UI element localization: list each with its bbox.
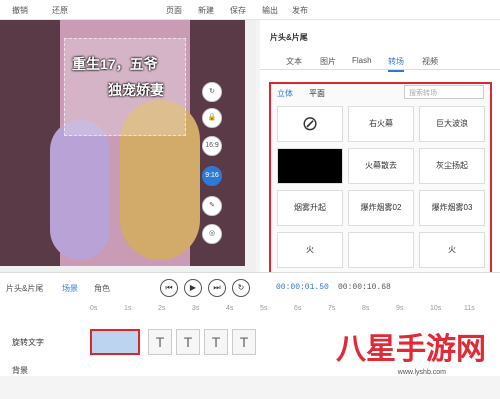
- page-button[interactable]: 页面: [166, 5, 182, 16]
- time-ruler[interactable]: 0s 1s 2s 3s 4s 5s 6s 7s 8s 9s 10s 11s: [90, 303, 500, 317]
- timeline-panel: 片头&片尾 场景 角色 ⏮ ▶ ⏭ ↻ 00:00:01.50 00:00:10…: [0, 272, 500, 376]
- target-icon[interactable]: ◎: [202, 224, 222, 244]
- watermark-logo: 八星手游网: [336, 333, 486, 366]
- panel-tabs: 文本 图片 Flash 转场 视频: [260, 52, 500, 72]
- text-clip[interactable]: T: [204, 329, 228, 355]
- ruler-tick: 10s: [430, 305, 442, 312]
- subtab-3d[interactable]: 立体: [277, 88, 293, 99]
- tab-transition[interactable]: 转场: [388, 56, 404, 72]
- selected-clip[interactable]: [90, 329, 140, 355]
- undo-button[interactable]: 撤销: [12, 5, 28, 16]
- transition-item[interactable]: 爆炸烟雾02: [348, 190, 414, 226]
- transition-item[interactable]: 灰尘扬起: [419, 148, 485, 184]
- loop-icon[interactable]: ↻: [232, 279, 250, 297]
- transition-item[interactable]: 火: [277, 232, 343, 268]
- new-button[interactable]: 新建: [198, 5, 214, 16]
- ratio-16-9-button[interactable]: 16:9: [202, 136, 222, 156]
- timeline-tab-scene[interactable]: 场景: [62, 283, 78, 294]
- caption-line-1[interactable]: 重生17，五爷: [72, 54, 158, 74]
- timeline-controls: 片头&片尾 场景 角色 ⏮ ▶ ⏭ ↻ 00:00:01.50 00:00:10…: [0, 273, 500, 303]
- ruler-tick: 5s: [260, 305, 268, 312]
- ruler-tick: 3s: [192, 305, 200, 312]
- redo-button[interactable]: 还原: [52, 5, 68, 16]
- tab-flash[interactable]: Flash: [352, 56, 372, 65]
- ratio-9-16-button[interactable]: 9:16: [202, 166, 222, 186]
- ruler-tick: 8s: [362, 305, 370, 312]
- transition-item[interactable]: [277, 148, 343, 184]
- export-button[interactable]: 输出: [262, 5, 278, 16]
- ruler-tick: 9s: [396, 305, 404, 312]
- track-label: 背景: [12, 366, 28, 375]
- tab-video[interactable]: 视频: [422, 56, 438, 67]
- transition-item[interactable]: 火: [419, 232, 485, 268]
- ruler-tick: 6s: [294, 305, 302, 312]
- transition-list: 立体 平面 搜索转场 ⊘ 右火幕 巨大波浪 火幕散去 灰尘扬起 烟雾升起 爆炸烟…: [269, 82, 492, 289]
- caption-line-2[interactable]: 独宠娇妻: [108, 80, 164, 100]
- timeline-tab-intro[interactable]: 片头&片尾: [6, 283, 43, 294]
- tab-image[interactable]: 图片: [320, 56, 336, 67]
- transition-item[interactable]: 烟雾升起: [277, 190, 343, 226]
- edit-icon[interactable]: ✎: [202, 196, 222, 216]
- transition-item[interactable]: 巨大波浪: [419, 106, 485, 142]
- ruler-tick: 7s: [328, 305, 336, 312]
- text-clip[interactable]: T: [232, 329, 256, 355]
- ruler-tick: 2s: [158, 305, 166, 312]
- watermark-url: www.lyshb.com: [397, 369, 446, 376]
- ruler-tick: 0s: [90, 305, 98, 312]
- rotate-icon[interactable]: ↻: [202, 82, 222, 102]
- track-label: 旋转文字: [12, 338, 44, 347]
- right-panel: 片头&片尾 文本 图片 Flash 转场 视频 立体 平面 搜索转场 ⊘ 右火幕…: [260, 20, 500, 289]
- prev-icon[interactable]: ⏮: [160, 279, 178, 297]
- timeline-tab-character[interactable]: 角色: [94, 283, 110, 294]
- transition-item[interactable]: 右火幕: [348, 106, 414, 142]
- subtab-flat[interactable]: 平面: [309, 88, 325, 99]
- lock-icon[interactable]: 🔒: [202, 108, 222, 128]
- current-time: 00:00:01.50: [276, 283, 329, 292]
- panel-title: 片头&片尾: [270, 33, 308, 42]
- next-icon[interactable]: ⏭: [208, 279, 226, 297]
- tab-text[interactable]: 文本: [286, 56, 302, 67]
- publish-button[interactable]: 发布: [292, 5, 308, 16]
- ruler-tick: 1s: [124, 305, 132, 312]
- ruler-tick: 11s: [464, 305, 475, 312]
- ruler-tick: 4s: [226, 305, 234, 312]
- play-icon[interactable]: ▶: [184, 279, 202, 297]
- text-clip[interactable]: T: [148, 329, 172, 355]
- total-time: 00:00:10.68: [338, 283, 391, 292]
- none-transition-icon[interactable]: ⊘: [277, 106, 343, 142]
- transition-item[interactable]: 爆炸烟雾03: [419, 190, 485, 226]
- text-clip[interactable]: T: [176, 329, 200, 355]
- stage-area: 重生17，五爷 独宠娇妻 ↻ 🔒 16:9 9:16 ✎ ◎: [0, 20, 256, 272]
- save-button[interactable]: 保存: [230, 5, 246, 16]
- search-input[interactable]: 搜索转场: [404, 85, 484, 99]
- top-toolbar: 撤销 还原 页面 新建 保存 输出 发布: [0, 0, 500, 20]
- transition-item[interactable]: [348, 232, 414, 268]
- character-figure: [50, 120, 110, 260]
- transition-item[interactable]: 火幕散去: [348, 148, 414, 184]
